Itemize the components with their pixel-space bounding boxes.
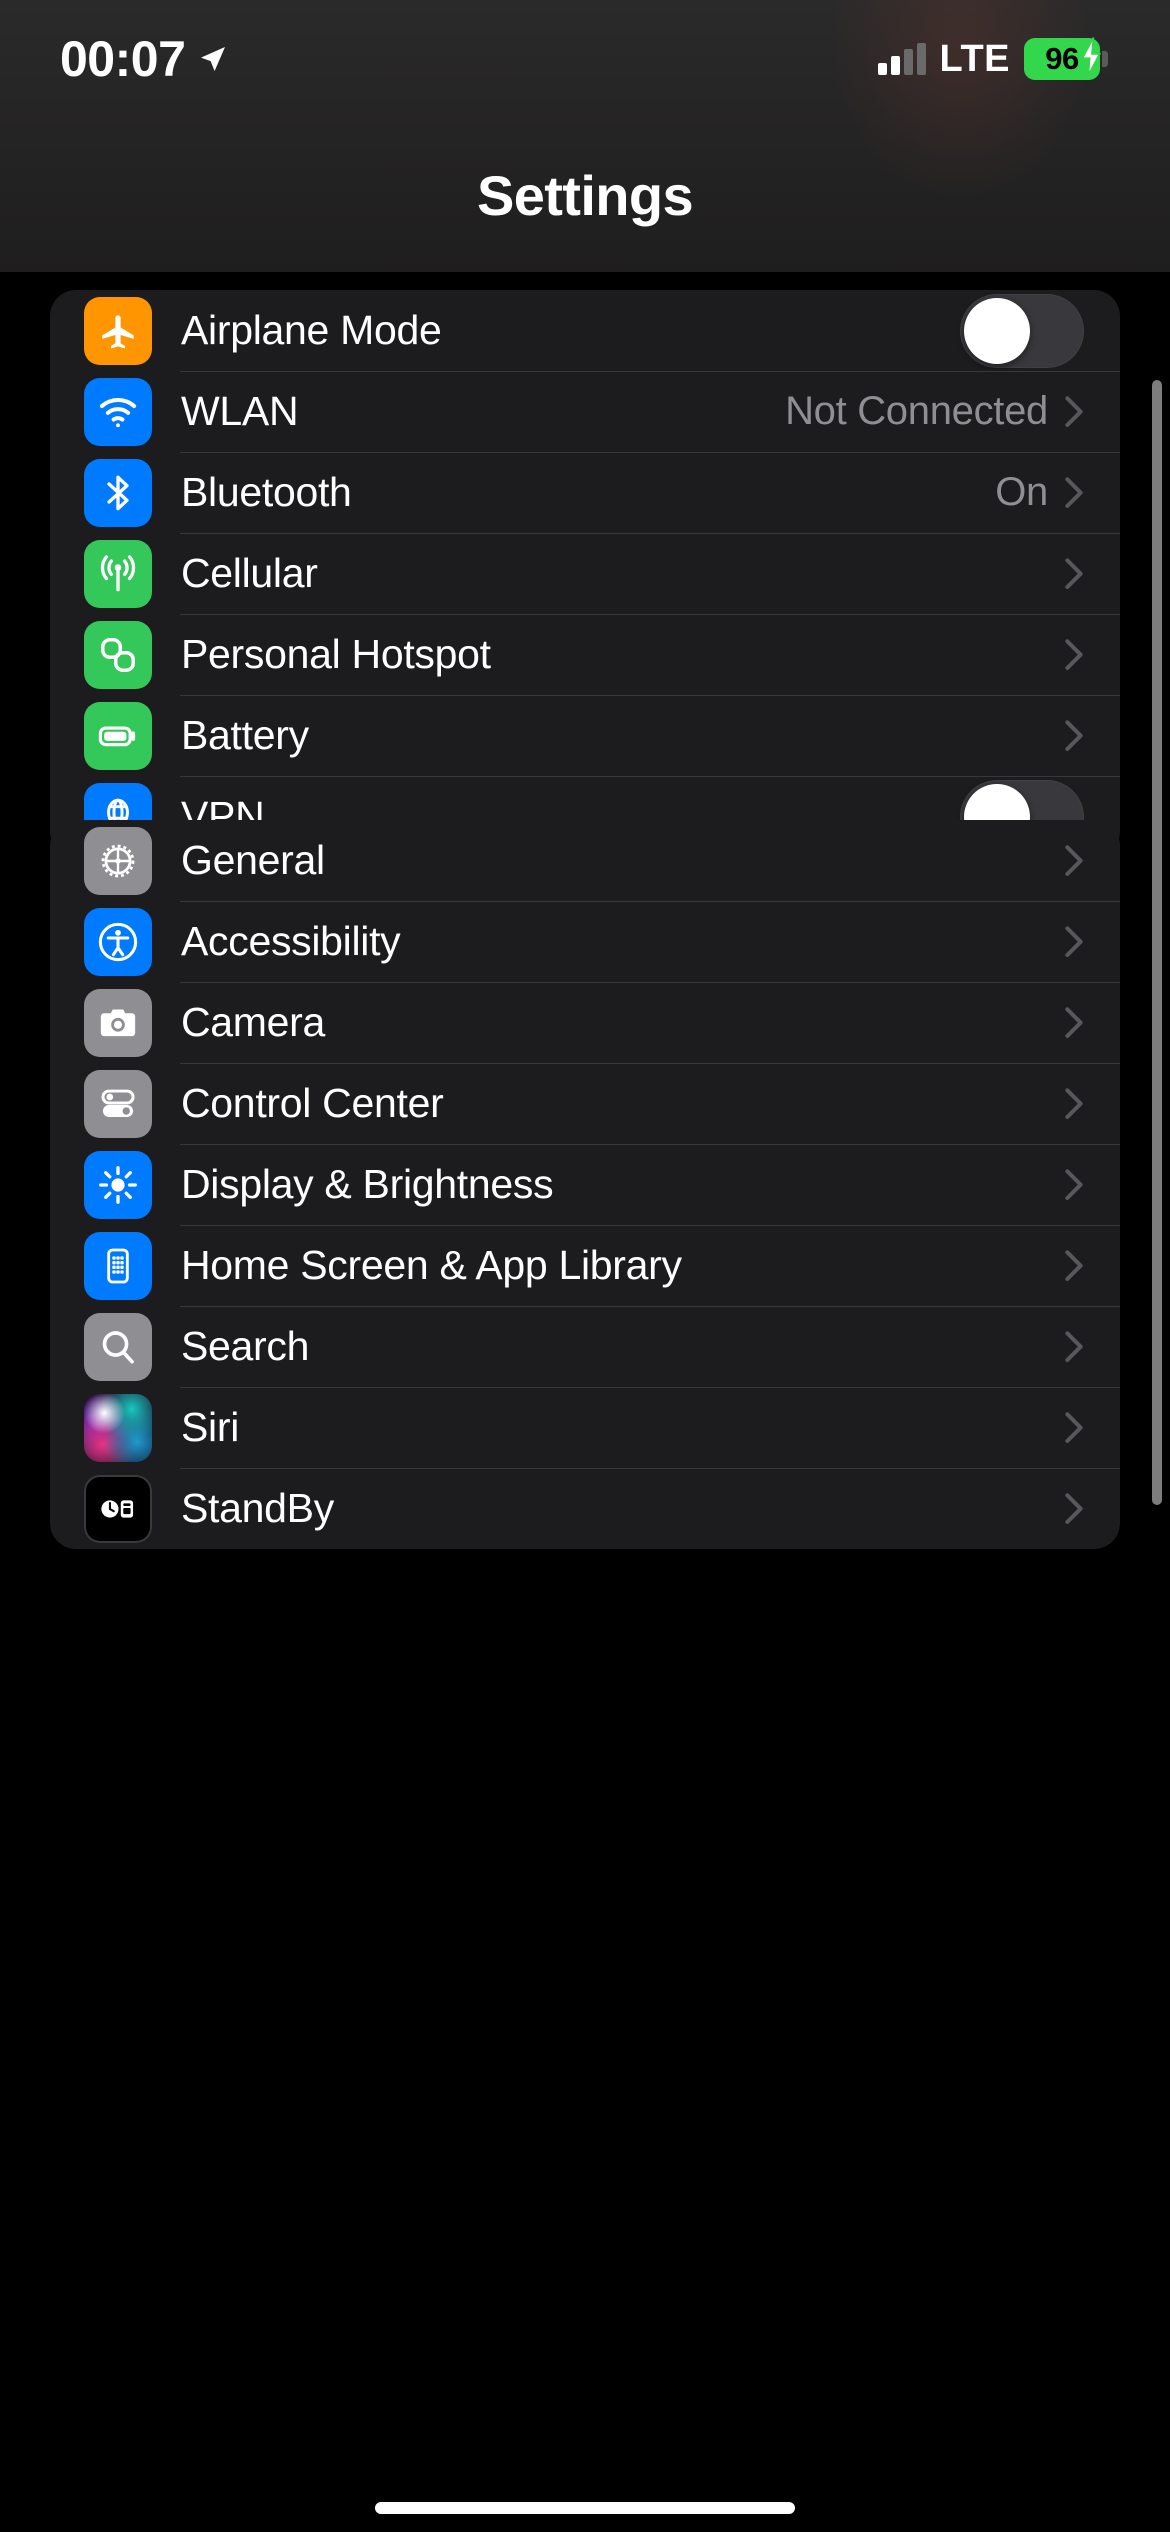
row-accessory bbox=[1048, 638, 1084, 672]
settings-row-label: Search bbox=[181, 1323, 310, 1369]
settings-row-home-screen[interactable]: Home Screen & App Library bbox=[50, 1225, 1120, 1306]
chevron-right-icon bbox=[1064, 395, 1084, 429]
settings-row-label: Siri bbox=[181, 1404, 240, 1450]
row-accessory bbox=[1064, 844, 1084, 878]
siri-orb-icon bbox=[84, 1393, 152, 1462]
battery-status-icon: 96 bbox=[1024, 37, 1108, 81]
vertical-scrollbar[interactable] bbox=[1152, 380, 1162, 1505]
settings-row-bluetooth[interactable]: Bluetooth On bbox=[50, 452, 1120, 533]
row-accessory bbox=[1064, 1411, 1084, 1445]
chevron-right-icon bbox=[1064, 557, 1084, 591]
chevron-right-icon bbox=[1064, 925, 1084, 959]
settings-scroll-view[interactable]: Airplane Mode WLAN Not Connected Bluetoo… bbox=[0, 272, 1170, 2532]
status-bar-clock: 00:07 bbox=[60, 31, 186, 87]
settings-row-label: General bbox=[181, 837, 325, 883]
row-accessory bbox=[1064, 1492, 1084, 1526]
settings-row-label: WLAN bbox=[181, 388, 299, 434]
chevron-right-icon bbox=[1064, 1330, 1084, 1364]
chevron-right-icon bbox=[1064, 1249, 1084, 1283]
row-accessory bbox=[1064, 1006, 1084, 1040]
chevron-right-icon bbox=[1064, 1087, 1084, 1121]
settings-row-label: Display & Brightness bbox=[181, 1161, 554, 1207]
airplane-icon bbox=[84, 296, 152, 365]
cellular-antenna-icon bbox=[84, 539, 152, 608]
settings-group-system: General Accessibility Camera Control Cen… bbox=[50, 820, 1120, 1549]
chevron-right-icon bbox=[1064, 1411, 1084, 1445]
chevron-right-icon bbox=[1064, 638, 1084, 672]
settings-row-search[interactable]: Search bbox=[50, 1306, 1120, 1387]
settings-row-cellular[interactable]: Cellular bbox=[50, 533, 1120, 614]
row-accessory bbox=[1064, 1249, 1084, 1283]
settings-row-label: Airplane Mode bbox=[181, 307, 442, 353]
airplane-mode-toggle[interactable] bbox=[960, 293, 1084, 368]
settings-row-label: Personal Hotspot bbox=[181, 631, 491, 677]
sun-icon bbox=[84, 1150, 152, 1219]
network-type-label: LTE bbox=[939, 37, 1010, 80]
settings-row-value: On bbox=[995, 470, 1048, 514]
settings-row-label: Control Center bbox=[181, 1080, 444, 1126]
row-accessory bbox=[1048, 557, 1084, 591]
row-accessory: Not Connected bbox=[785, 389, 1084, 434]
settings-row-airplane-mode[interactable]: Airplane Mode bbox=[50, 290, 1120, 371]
row-accessory bbox=[1064, 1168, 1084, 1202]
status-bar-right: LTE 96 bbox=[877, 37, 1108, 81]
sliders-icon bbox=[84, 1069, 152, 1138]
settings-row-label: Cellular bbox=[181, 550, 318, 596]
settings-row-camera[interactable]: Camera bbox=[50, 982, 1120, 1063]
location-arrow-icon bbox=[197, 43, 229, 75]
bluetooth-icon bbox=[84, 458, 152, 527]
settings-row-label: Bluetooth bbox=[181, 469, 352, 515]
settings-row-control-center[interactable]: Control Center bbox=[50, 1063, 1120, 1144]
row-accessory bbox=[1064, 1330, 1084, 1364]
chevron-right-icon bbox=[1064, 1006, 1084, 1040]
settings-row-accessibility[interactable]: Accessibility bbox=[50, 901, 1120, 982]
settings-row-display-brightness[interactable]: Display & Brightness bbox=[50, 1144, 1120, 1225]
chevron-right-icon bbox=[1064, 1168, 1084, 1202]
row-accessory: On bbox=[995, 470, 1084, 515]
battery-percent-label: 96 bbox=[1045, 41, 1079, 76]
chevron-right-icon bbox=[1064, 1492, 1084, 1526]
row-accessory bbox=[960, 293, 1084, 368]
signal-strength-icon bbox=[877, 43, 926, 75]
settings-row-label: Accessibility bbox=[181, 918, 401, 964]
gear-icon bbox=[84, 826, 152, 895]
settings-group-connectivity: Airplane Mode WLAN Not Connected Bluetoo… bbox=[50, 290, 1120, 857]
chevron-right-icon bbox=[1064, 844, 1084, 878]
standby-icon bbox=[84, 1474, 152, 1543]
search-icon bbox=[84, 1312, 152, 1381]
settings-row-personal-hotspot[interactable]: Personal Hotspot bbox=[50, 614, 1120, 695]
wifi-icon bbox=[84, 377, 152, 446]
row-accessory bbox=[1064, 925, 1084, 959]
accessibility-icon bbox=[84, 907, 152, 976]
settings-row-wlan[interactable]: WLAN Not Connected bbox=[50, 371, 1120, 452]
battery-icon bbox=[84, 701, 152, 770]
camera-icon bbox=[84, 988, 152, 1057]
chevron-right-icon bbox=[1064, 476, 1084, 510]
settings-row-label: Home Screen & App Library bbox=[181, 1242, 682, 1288]
settings-row-siri[interactable]: Siri bbox=[50, 1387, 1120, 1468]
settings-row-value: Not Connected bbox=[785, 389, 1048, 433]
status-bar: 00:07 LTE 96 bbox=[0, 0, 1170, 118]
settings-row-battery[interactable]: Battery bbox=[50, 695, 1120, 776]
row-accessory bbox=[1048, 719, 1084, 753]
home-screen-icon bbox=[84, 1231, 152, 1300]
hotspot-link-icon bbox=[84, 620, 152, 689]
home-indicator[interactable] bbox=[375, 2502, 795, 2514]
chevron-right-icon bbox=[1064, 719, 1084, 753]
status-bar-left: 00:07 bbox=[60, 34, 229, 84]
settings-row-label: StandBy bbox=[181, 1485, 334, 1531]
charging-bolt-icon bbox=[1080, 37, 1102, 81]
settings-row-label: Battery bbox=[181, 712, 309, 758]
settings-row-label: Camera bbox=[181, 999, 326, 1045]
settings-row-general[interactable]: General bbox=[50, 820, 1120, 901]
row-accessory bbox=[1064, 1087, 1084, 1121]
settings-row-standby[interactable]: StandBy bbox=[50, 1468, 1120, 1549]
